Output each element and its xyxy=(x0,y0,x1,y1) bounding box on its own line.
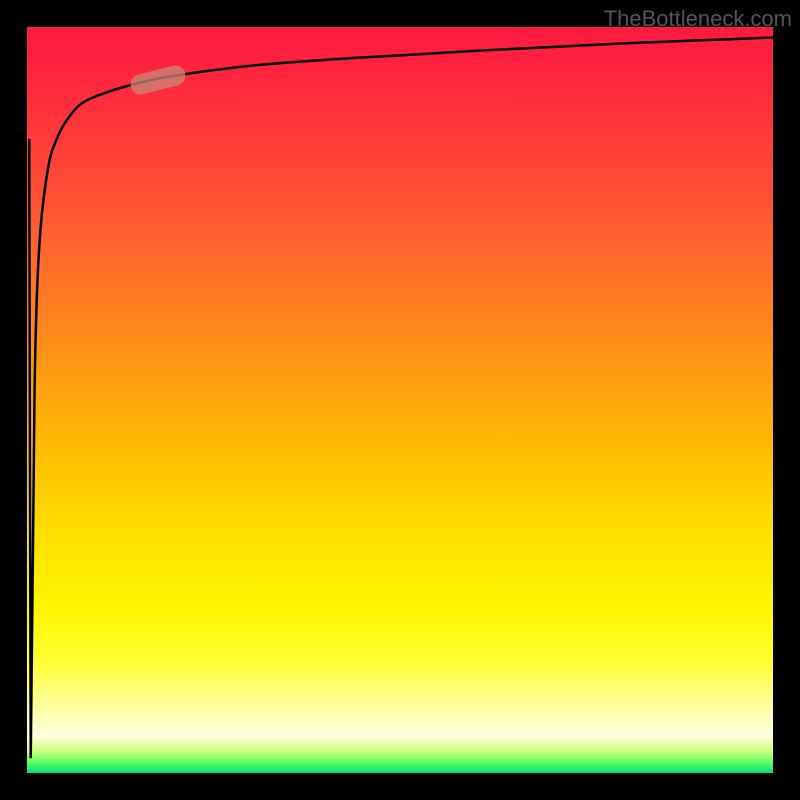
curve-svg xyxy=(27,27,773,773)
plot-area xyxy=(27,27,773,773)
watermark-label: TheBottleneck.com xyxy=(604,6,792,32)
chart-container: TheBottleneck.com xyxy=(0,0,800,800)
bottleneck-curve-line xyxy=(31,37,773,758)
